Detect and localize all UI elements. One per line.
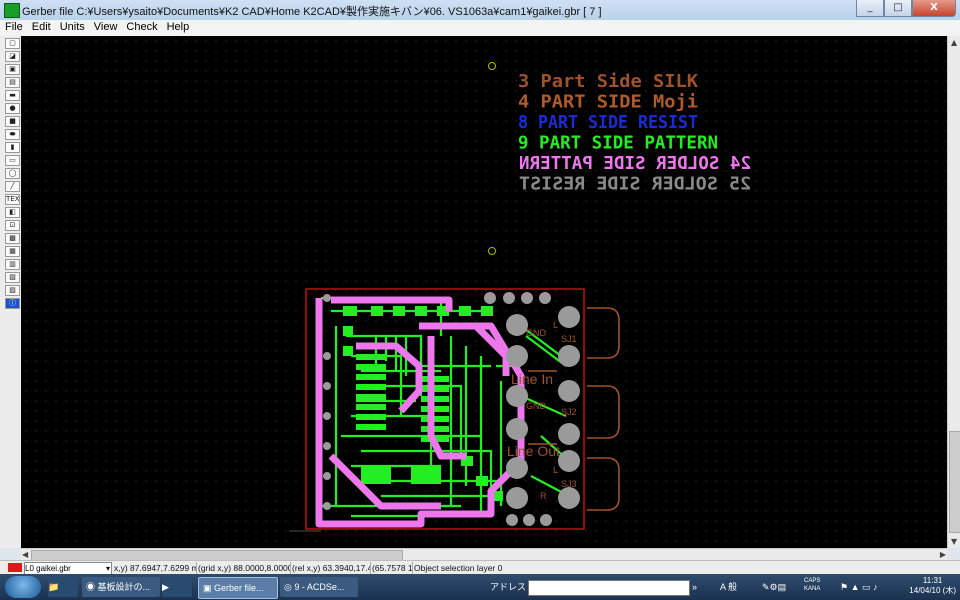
menu-bar: File Edit Units View Check Help — [0, 20, 960, 37]
status-message: Object selection layer 0 — [414, 563, 503, 573]
rel-xy: (rel x,y) 63.3940,17.4727 — [292, 562, 371, 574]
sj1-label: SJ1 — [561, 334, 577, 344]
menu-file[interactable]: File — [0, 20, 27, 33]
chevron-down-icon[interactable]: ▾ — [106, 563, 110, 574]
layer-legend: 3 Part Side SILK4 PART SIDE Moji8 PART S… — [518, 71, 751, 195]
maximize-button[interactable]: □ — [884, 0, 912, 17]
tool-button[interactable]: ▤ — [5, 77, 20, 88]
gerber-drawing: 3 Part Side SILK4 PART SIDE Moji8 PART S… — [289, 62, 751, 532]
tool-button[interactable]: ⓘ — [5, 298, 20, 309]
tool-button[interactable]: ■ — [5, 116, 20, 127]
clock-time: 11:31 — [922, 576, 943, 585]
tool-button[interactable]: ▢ — [5, 38, 20, 49]
ime-indicator[interactable]: A 般 — [720, 577, 760, 597]
legend-entry: 3 Part Side SILK — [518, 71, 698, 92]
line-out-label: Line Out — [507, 443, 560, 459]
grid-xy: (grid x,y) 88.0000,8.0000 mm — [198, 562, 291, 574]
cursor-xy: x,y) 87.6947,7.6299 mm — [114, 562, 197, 574]
window-controls: _ □ X — [856, 0, 956, 18]
close-button[interactable]: X — [912, 0, 956, 17]
caps-kana-indicator: CAPS KANA — [804, 578, 821, 592]
legend-entry: 9 PART SIDE PATTERN — [518, 133, 718, 154]
tool-button[interactable]: ● — [5, 103, 20, 114]
clock-date: 14/04/10 (木) — [909, 586, 956, 595]
address-input[interactable] — [528, 580, 690, 596]
taskbar: 📁 ◉ 基板設計の... ▶ ▣ Gerber file... ◎ 9 - AC… — [0, 574, 960, 600]
gnd-label-2: GND — [526, 401, 547, 411]
system-clock[interactable]: 11:31 14/04/10 (木) — [909, 574, 956, 600]
tool-button[interactable]: ◧ — [5, 207, 20, 218]
sj2-label: SJ2 — [561, 407, 577, 417]
legend-entry: 24 SOLDER SIDE PATTERN — [519, 153, 751, 174]
start-button[interactable] — [5, 576, 41, 598]
tool-button[interactable]: ▬ — [5, 90, 20, 101]
tray-icons[interactable]: ⚑ ▲ ▭ ♪ — [840, 577, 900, 597]
tool-button[interactable]: ⬬ — [5, 129, 20, 140]
layer-name: L0 — [25, 564, 34, 573]
line-in-label: Line In — [511, 371, 553, 387]
r-label: R — [540, 491, 547, 501]
vertical-scrollbar[interactable]: ▲ ▼ — [947, 36, 960, 548]
l-label-2: L — [553, 465, 558, 475]
address-go-icon[interactable]: » — [692, 577, 716, 597]
gerber-canvas[interactable]: 3 Part Side SILK 4 PART SIDE Moji 8 PART S… — [21, 36, 947, 548]
layer-color-swatch[interactable] — [8, 563, 22, 572]
menu-help[interactable]: Help — [162, 20, 194, 33]
scroll-up-icon[interactable]: ▲ — [951, 38, 957, 47]
tool-button[interactable]: ◯ — [5, 168, 20, 179]
tool-button[interactable]: ▮ — [5, 142, 20, 153]
status-bar: L0 gaikei.gbr ▾ x,y) 87.6947,7.6299 mm (… — [0, 560, 960, 575]
reference-hole — [488, 62, 496, 70]
window-title: Gerber file C:¥Users¥ysaito¥Documents¥K2… — [22, 6, 602, 18]
menu-view[interactable]: View — [89, 20, 122, 33]
scroll-left-icon[interactable]: ◀ — [22, 550, 28, 559]
menu-units[interactable]: Units — [55, 20, 89, 33]
sj3-label: SJ3 — [561, 479, 577, 489]
tool-button[interactable]: ▦ — [5, 246, 20, 257]
scroll-right-icon[interactable]: ▶ — [940, 550, 946, 559]
l-label: L — [553, 320, 558, 330]
gnd-label: GND — [526, 328, 547, 338]
ime-toolbar-icons[interactable]: ✎⚙▤ — [762, 577, 800, 597]
legend-entry: 4 PART SIDE Moji — [518, 92, 698, 113]
scroll-down-icon[interactable]: ▼ — [951, 537, 957, 546]
reference-hole — [488, 247, 496, 255]
extra-xy: (65.7578 15 — [372, 562, 413, 574]
tool-button[interactable]: TEXT — [5, 194, 20, 205]
tool-button[interactable]: ╱ — [5, 181, 20, 192]
pcb-board: Line In Line Out GND GND SJ1 SJ2 SJ3 L L… — [305, 288, 620, 530]
taskbar-gerber[interactable]: ▣ Gerber file... — [198, 577, 278, 599]
menu-check[interactable]: Check — [121, 20, 161, 33]
tool-button[interactable]: ▩ — [5, 233, 20, 244]
tool-button[interactable]: ⊡ — [5, 220, 20, 231]
legend-entry: 8 PART SIDE RESIST — [518, 112, 698, 133]
taskbar-firefox[interactable]: ◉ 基板設計の... — [82, 577, 160, 597]
legend-entry: 25 SOLDER SIDE RESIST — [519, 174, 751, 195]
layer-file: gaikei.gbr — [36, 564, 71, 573]
acdsee-icon: ◎ — [284, 582, 295, 592]
firefox-icon: ◉ — [86, 582, 98, 592]
tool-button[interactable]: ▣ — [5, 64, 20, 75]
minimize-button[interactable]: _ — [856, 0, 884, 17]
tool-button[interactable]: ▧ — [5, 272, 20, 283]
app-icon — [4, 3, 20, 18]
media-player-icon[interactable]: ▶ — [162, 577, 192, 597]
tool-palette: ▢ ◪ ▣ ▤ ▬ ● ■ ⬬ ▮ ▭ ◯ ╱ TEXT ◧ ⊡ ▩ ▦ ▥ ▧ ▨ ⓘ — [0, 36, 22, 548]
menu-edit[interactable]: Edit — [27, 20, 55, 33]
address-label: アドレス — [490, 582, 526, 592]
tool-button[interactable]: ▨ — [5, 285, 20, 296]
tool-button[interactable]: ▭ — [5, 155, 20, 166]
vertical-scroll-thumb[interactable] — [949, 431, 960, 533]
title-bar[interactable]: Gerber file C:¥Users¥ysaito¥Documents¥K2… — [0, 0, 960, 21]
tool-button[interactable]: ◪ — [5, 51, 20, 62]
gerber-icon: ▣ — [203, 583, 215, 593]
tool-button[interactable]: ▥ — [5, 259, 20, 270]
explorer-icon[interactable]: 📁 — [48, 577, 78, 597]
taskbar-acdsee[interactable]: ◎ 9 - ACDSe... — [280, 577, 358, 597]
